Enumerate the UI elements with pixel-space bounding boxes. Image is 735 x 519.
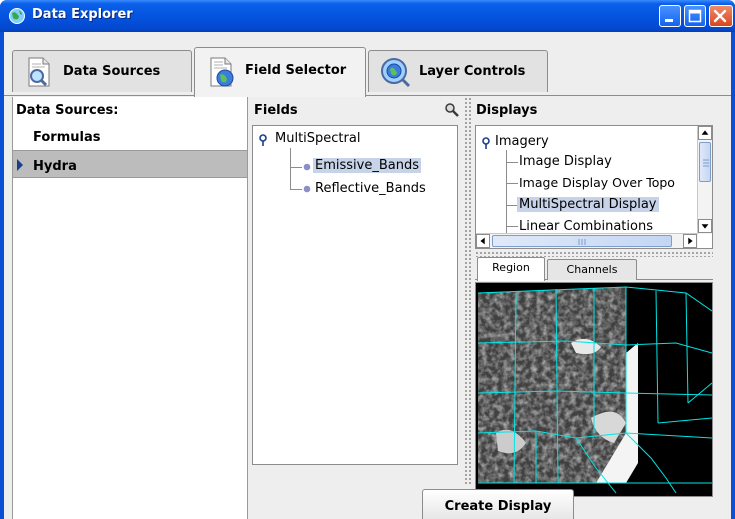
tree-connector xyxy=(506,162,518,163)
tree-leaf-reflective-bands[interactable]: Reflective_Bands xyxy=(315,181,426,196)
grip-icon xyxy=(703,159,709,167)
window-client-area: Data Sources Field Selector Layer Contro… xyxy=(4,32,731,519)
display-option-image-display[interactable]: Image Display xyxy=(519,154,612,169)
tab-field-selector-label: Field Selector xyxy=(245,63,347,78)
fields-panel: Fields MultiSpectral Emissive_Bands Refl… xyxy=(250,97,462,519)
tree-root-imagery[interactable]: Imagery xyxy=(495,134,549,149)
bottom-action-bar: Create Display xyxy=(250,485,731,519)
scroll-up-button[interactable] xyxy=(698,126,712,140)
arrow-down-icon xyxy=(701,224,709,229)
subtab-channels[interactable]: Channels xyxy=(547,259,637,280)
tree-node-icon xyxy=(482,137,490,149)
tree-node-icon xyxy=(259,134,267,146)
data-sources-header: Data Sources: xyxy=(13,97,247,122)
display-subtab-bar: Region Channels xyxy=(475,256,713,281)
maximize-icon xyxy=(688,9,702,23)
display-option-linear-combinations[interactable]: Linear Combinations xyxy=(519,219,653,234)
horizontal-scroll-thumb[interactable] xyxy=(492,235,672,247)
maximize-button[interactable] xyxy=(684,5,706,27)
window-title: Data Explorer xyxy=(32,7,133,22)
tab-data-sources[interactable]: Data Sources xyxy=(12,50,192,92)
grip-icon xyxy=(578,239,586,245)
tree-connector xyxy=(506,183,518,184)
satellite-map-image xyxy=(476,283,712,496)
leaf-dot-icon xyxy=(303,185,311,193)
search-icon[interactable] xyxy=(445,103,459,117)
close-icon xyxy=(713,9,727,23)
fields-tree[interactable]: MultiSpectral Emissive_Bands Reflective_… xyxy=(252,125,458,465)
data-source-item-label: Formulas xyxy=(33,130,101,145)
region-map-view[interactable] xyxy=(475,282,713,497)
minimize-icon xyxy=(665,19,673,22)
panel-area: Data Sources: Formulas Hydra Fields Mult… xyxy=(4,97,731,519)
leaf-dot-icon xyxy=(303,163,311,171)
title-bar[interactable]: Data Explorer xyxy=(0,0,735,32)
vertical-scrollbar[interactable] xyxy=(697,126,712,234)
scroll-down-button[interactable] xyxy=(698,219,712,233)
tree-root-multispectral[interactable]: MultiSpectral xyxy=(275,131,360,146)
data-source-item-hydra[interactable]: Hydra xyxy=(13,150,247,178)
document-magnifier-icon xyxy=(28,57,50,87)
scroll-left-button[interactable] xyxy=(476,234,490,248)
tree-connector xyxy=(290,167,302,168)
tab-layer-controls-label: Layer Controls xyxy=(419,64,526,79)
data-source-item-formulas[interactable]: Formulas xyxy=(13,122,247,150)
display-option-multispectral-display[interactable]: MultiSpectral Display xyxy=(517,197,659,212)
displays-panel: Displays Imagery Image Display Image Dis… xyxy=(472,97,731,519)
arrow-up-icon xyxy=(701,130,709,135)
scroll-right-button[interactable] xyxy=(683,234,697,248)
data-explorer-window: Data Explorer Data Sources Field Selecto… xyxy=(0,0,735,519)
tab-field-selector[interactable]: Field Selector xyxy=(194,47,366,97)
data-source-item-label: Hydra xyxy=(33,159,77,174)
tab-data-sources-label: Data Sources xyxy=(63,64,161,79)
document-globe-icon xyxy=(210,57,234,87)
tree-connector xyxy=(290,148,291,190)
create-display-button[interactable]: Create Display xyxy=(422,489,574,519)
expand-arrow-icon xyxy=(17,159,23,171)
displays-header: Displays xyxy=(476,103,538,118)
arrow-left-icon xyxy=(480,237,485,245)
subtab-region[interactable]: Region xyxy=(477,257,545,281)
subtab-channels-label: Channels xyxy=(566,263,618,276)
app-globe-icon xyxy=(9,8,25,24)
tree-connector xyxy=(506,226,518,227)
close-button[interactable] xyxy=(709,5,733,27)
display-option-image-display-over-topo[interactable]: Image Display Over Topo xyxy=(519,175,675,190)
vertical-split-handle[interactable] xyxy=(464,97,472,485)
tree-leaf-emissive-bands[interactable]: Emissive_Bands xyxy=(313,158,421,173)
main-tab-bar: Data Sources Field Selector Layer Contro… xyxy=(4,32,731,97)
data-sources-panel: Data Sources: Formulas Hydra xyxy=(12,97,248,519)
globe-magnifier-icon xyxy=(381,58,411,88)
minimize-button[interactable] xyxy=(659,5,681,27)
arrow-right-icon xyxy=(688,237,693,245)
subtab-region-label: Region xyxy=(492,261,530,274)
horizontal-scrollbar[interactable] xyxy=(476,233,698,248)
displays-tree[interactable]: Imagery Image Display Image Display Over… xyxy=(475,125,713,249)
fields-header: Fields xyxy=(254,103,298,118)
tree-connector xyxy=(290,189,302,190)
tab-layer-controls[interactable]: Layer Controls xyxy=(368,50,548,92)
vertical-scroll-thumb[interactable] xyxy=(699,142,711,182)
